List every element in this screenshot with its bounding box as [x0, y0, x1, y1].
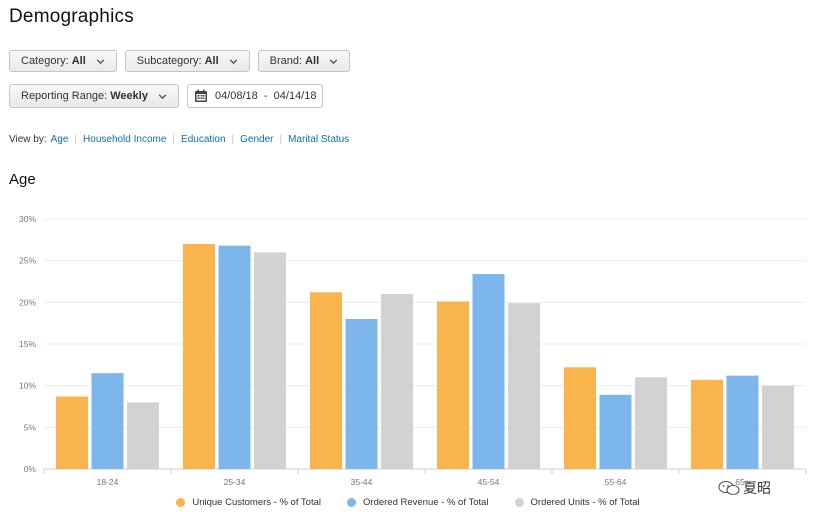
legend-swatch — [176, 498, 186, 507]
bar-45-54-0[interactable] — [437, 301, 469, 470]
chevron-down-icon — [96, 58, 105, 64]
x-tick-label: 18-24 — [97, 477, 119, 487]
legend-item-ordered-units[interactable]: Ordered Units - % of Total — [514, 497, 640, 508]
legend-swatch — [347, 498, 357, 507]
calendar-icon — [194, 89, 207, 102]
view-by-education-link[interactable]: Education — [181, 134, 225, 145]
subcategory-value: All — [204, 55, 219, 67]
legend-item-unique-customers[interactable]: Unique Customers - % of Total — [176, 497, 321, 508]
section-title: Age — [9, 171, 36, 188]
bar-18-24-2[interactable] — [127, 402, 159, 469]
legend-label: Unique Customers - % of Total — [192, 497, 322, 508]
y-tick-label: 25% — [19, 256, 36, 266]
y-tick-label: 30% — [19, 214, 36, 224]
bar-45-54-1[interactable] — [472, 274, 505, 469]
view-by-age-link[interactable]: Age — [51, 134, 69, 145]
bar-35-44-0[interactable] — [310, 292, 342, 469]
watermark-text: 夏昭 — [743, 480, 771, 496]
separator: | — [231, 134, 235, 145]
y-tick-label: 15% — [19, 339, 36, 349]
separator: | — [279, 134, 283, 145]
y-tick-label: 20% — [19, 297, 36, 307]
view-by-bar: View by: Age | Household Income | Educat… — [9, 134, 349, 145]
x-tick-label: 55-64 — [605, 477, 627, 487]
separator: | — [172, 134, 176, 145]
reporting-range-value: Weekly — [110, 90, 148, 102]
view-by-label: View by: — [9, 134, 47, 145]
category-dropdown[interactable]: Category: All — [9, 50, 117, 72]
bar-35-44-2[interactable] — [381, 294, 413, 469]
view-by-gender-link[interactable]: Gender — [240, 134, 273, 145]
subcategory-label: Subcategory: — [136, 55, 202, 67]
date-range-value: 04/08/18 - 04/14/18 — [214, 90, 317, 102]
filter-row-2: Reporting Range: Weekly 04/08/18 - 04/14… — [9, 84, 324, 108]
separator: | — [74, 134, 78, 145]
y-tick-label: 5% — [24, 422, 37, 432]
legend-swatch — [514, 498, 524, 507]
subcategory-dropdown[interactable]: Subcategory: All — [124, 50, 250, 72]
chat-bubble-icon — [718, 480, 740, 496]
legend-item-ordered-revenue[interactable]: Ordered Revenue - % of Total — [347, 497, 489, 508]
age-bar-chart: 30% 25% 20% 15% 10% 5% 0% 18-24 25-34 35-44 45-54 5… — [19, 214, 807, 487]
chevron-down-icon — [229, 58, 237, 64]
date-range-picker[interactable]: 04/08/18 - 04/14/18 — [186, 84, 324, 108]
bar-18-24-0[interactable] — [56, 396, 88, 470]
page-title: Demographics — [9, 6, 134, 27]
bar-65+-0[interactable] — [691, 379, 723, 469]
chevron-down-icon — [158, 93, 167, 99]
reporting-range-dropdown[interactable]: Reporting Range: Weekly — [9, 84, 179, 108]
bar-18-24-1[interactable] — [91, 373, 124, 469]
watermark: 夏昭 — [718, 478, 771, 498]
brand-label: Brand: — [269, 55, 303, 67]
legend-label: Ordered Revenue - % of Total — [363, 497, 489, 508]
category-label: Category: — [21, 55, 69, 67]
chart-legend: Unique Customers - % of Total Ordered Re… — [0, 497, 816, 508]
filter-row-1: Category: All Subcategory: All Brand: Al… — [9, 50, 351, 72]
x-tick-label: 35-44 — [351, 477, 373, 487]
x-tick-label: 45-54 — [478, 477, 500, 487]
bar-25-34-1[interactable] — [218, 245, 251, 469]
bar-25-34-0[interactable] — [183, 244, 215, 469]
bar-55-64-1[interactable] — [599, 394, 632, 469]
y-tick-label: 10% — [19, 381, 36, 391]
bar-65+-1[interactable] — [726, 375, 759, 469]
bar-45-54-2[interactable] — [508, 303, 540, 469]
legend-label: Ordered Units - % of Total — [530, 497, 640, 508]
bar-55-64-2[interactable] — [635, 377, 667, 469]
category-value: All — [71, 55, 86, 67]
bar-25-34-2[interactable] — [254, 252, 286, 469]
chevron-down-icon — [329, 58, 338, 64]
bar-65+-2[interactable] — [762, 385, 794, 469]
x-tick-label: 25-34 — [224, 477, 246, 487]
view-by-household-income-link[interactable]: Household Income — [83, 134, 166, 145]
bar-35-44-1[interactable] — [345, 319, 378, 469]
reporting-range-label: Reporting Range: — [21, 90, 108, 102]
bar-55-64-0[interactable] — [564, 367, 596, 469]
brand-value: All — [305, 55, 320, 67]
view-by-marital-status-link[interactable]: Marital Status — [288, 134, 349, 145]
y-tick-label: 0% — [24, 464, 37, 474]
brand-dropdown[interactable]: Brand: All — [257, 50, 351, 72]
